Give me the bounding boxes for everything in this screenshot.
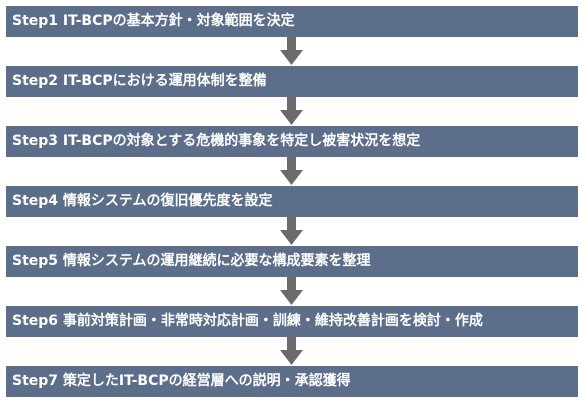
step-3-label: Step3 IT-BCPの対象とする危機的事象を特定し被害状況を想定 xyxy=(12,133,421,149)
step-5-box: Step5 情報システムの運用継続に必要な構成要素を整理 xyxy=(6,246,578,277)
step-2-label: Step2 IT-BCPにおける運用体制を整備 xyxy=(12,73,267,89)
down-arrow-icon xyxy=(280,37,303,65)
step-3-box: Step3 IT-BCPの対象とする危機的事象を特定し被害状況を想定 xyxy=(6,126,578,157)
step-6-label: Step6 事前対策計画・非常時対応計画・訓練・維持改善計画を検討・作成 xyxy=(12,313,483,329)
step-2-box: Step2 IT-BCPにおける運用体制を整備 xyxy=(6,66,578,97)
down-arrow-icon xyxy=(280,277,303,305)
step-7-label: Step7 策定したIT-BCPの経営層への説明・承認獲得 xyxy=(12,373,351,389)
step-4-box: Step4 情報システムの復旧優先度を設定 xyxy=(6,186,578,217)
step-7-box: Step7 策定したIT-BCPの経営層への説明・承認獲得 xyxy=(6,366,578,397)
step-1-box: Step1 IT-BCPの基本方針・対象範囲を決定 xyxy=(6,6,578,37)
down-arrow-icon xyxy=(280,157,303,185)
down-arrow-icon xyxy=(280,97,303,125)
step-6-box: Step6 事前対策計画・非常時対応計画・訓練・維持改善計画を検討・作成 xyxy=(6,306,578,337)
step-4-label: Step4 情報システムの復旧優先度を設定 xyxy=(12,193,273,209)
step-1-label: Step1 IT-BCPの基本方針・対象範囲を決定 xyxy=(12,13,295,29)
down-arrow-icon xyxy=(280,217,303,245)
down-arrow-icon xyxy=(280,337,303,365)
step-5-label: Step5 情報システムの運用継続に必要な構成要素を整理 xyxy=(12,253,371,269)
